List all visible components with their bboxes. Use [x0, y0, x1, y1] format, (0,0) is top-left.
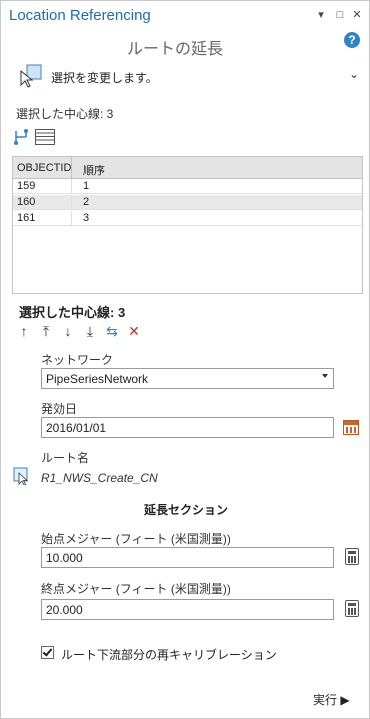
tool-title: ルートの延長	[126, 41, 223, 58]
objectid-cell: 161	[17, 212, 36, 224]
to-measure-value: 20.000	[46, 603, 83, 617]
arrow-up-icon[interactable]: ↑	[17, 323, 31, 339]
network-label: ネットワーク	[41, 353, 114, 367]
calculator-icon[interactable]	[345, 548, 359, 565]
column-header-objectid[interactable]: OBJECTID	[17, 162, 71, 174]
run-button[interactable]: 実行 ▶	[313, 691, 350, 708]
restore-icon[interactable]: □	[334, 9, 346, 21]
remove-icon[interactable]: ✕	[127, 323, 141, 339]
recalibrate-label: ルート下流部分の再キャリブレーション	[61, 648, 277, 662]
from-measure-field[interactable]: 10.000	[41, 547, 334, 568]
select-tool-label: 選択を変更します。	[51, 71, 158, 85]
from-measure-label: 始点メジャー (フィート (米国測量))	[41, 532, 231, 546]
selected-count-label: 選択した中心線: 3	[16, 107, 114, 121]
extension-section-heading: 延長セクション	[143, 503, 228, 517]
arrow-down-icon[interactable]: ↓	[61, 323, 75, 339]
pane-title: Location Referencing	[9, 7, 151, 24]
table-row[interactable]: 160 2	[13, 195, 362, 210]
arrow-to-top-icon[interactable]: ⤒	[39, 323, 53, 339]
objectid-cell: 159	[17, 180, 36, 192]
pane-options-chevron-icon[interactable]: ▾	[315, 9, 327, 21]
to-measure-label: 終点メジャー (フィート (米国測量))	[41, 582, 231, 596]
network-value: PipeSeriesNetwork	[46, 372, 149, 386]
reverse-icon[interactable]: ⇆	[105, 323, 119, 339]
effective-date-value: 2016/01/01	[46, 421, 107, 435]
order-cell: 1	[83, 180, 90, 192]
dropdown-arrow-icon	[322, 374, 328, 378]
route-name-label: ルート名	[41, 451, 90, 465]
to-measure-field[interactable]: 20.000	[41, 599, 334, 620]
view-toggle	[13, 126, 73, 150]
effective-date-label: 発効日	[41, 402, 78, 416]
order-cell: 3	[83, 212, 90, 224]
table-row[interactable]: 161 3	[13, 211, 362, 226]
geoprocessing-pane: Location Referencing ▾ □ ✕ ルートの延長 ? 選択を変…	[0, 0, 370, 719]
column-header-order[interactable]: 順序	[83, 162, 105, 178]
objectid-cell: 160	[17, 196, 36, 208]
table-header: OBJECTID 順序	[13, 157, 362, 179]
order-cell: 2	[83, 196, 90, 208]
calendar-icon[interactable]	[343, 420, 359, 435]
ordering-toolbar: ↑ ⤒ ↓ ⤓ ⇆ ✕	[17, 323, 147, 341]
checkmark-icon	[42, 646, 53, 657]
select-arrow-icon	[20, 64, 42, 88]
route-select-icon[interactable]	[13, 467, 31, 485]
select-tool-bar[interactable]: 選択を変更します。 ⌄	[17, 63, 363, 89]
pane-titlebar: Location Referencing ▾ □ ✕	[1, 1, 369, 31]
centerline-table: OBJECTID 順序 159 1 160 2 161 3	[12, 156, 363, 294]
effective-date-field[interactable]: 2016/01/01	[41, 417, 334, 438]
table-view-icon[interactable]	[35, 129, 55, 145]
arrow-to-bottom-icon[interactable]: ⤓	[83, 323, 97, 339]
calculator-icon[interactable]	[345, 600, 359, 617]
help-icon[interactable]: ?	[344, 32, 360, 48]
selected-centerlines-heading: 選択した中心線: 3	[19, 305, 126, 320]
recalibrate-checkbox[interactable]	[41, 646, 54, 659]
network-select[interactable]: PipeSeriesNetwork	[41, 368, 334, 389]
table-row[interactable]: 159 1	[13, 179, 362, 194]
close-icon[interactable]: ✕	[351, 9, 363, 21]
route-graph-icon[interactable]	[13, 128, 29, 146]
chevron-down-icon[interactable]: ⌄	[349, 67, 359, 81]
route-name-value: R1_NWS_Create_CN	[41, 471, 158, 485]
from-measure-value: 10.000	[46, 551, 83, 565]
